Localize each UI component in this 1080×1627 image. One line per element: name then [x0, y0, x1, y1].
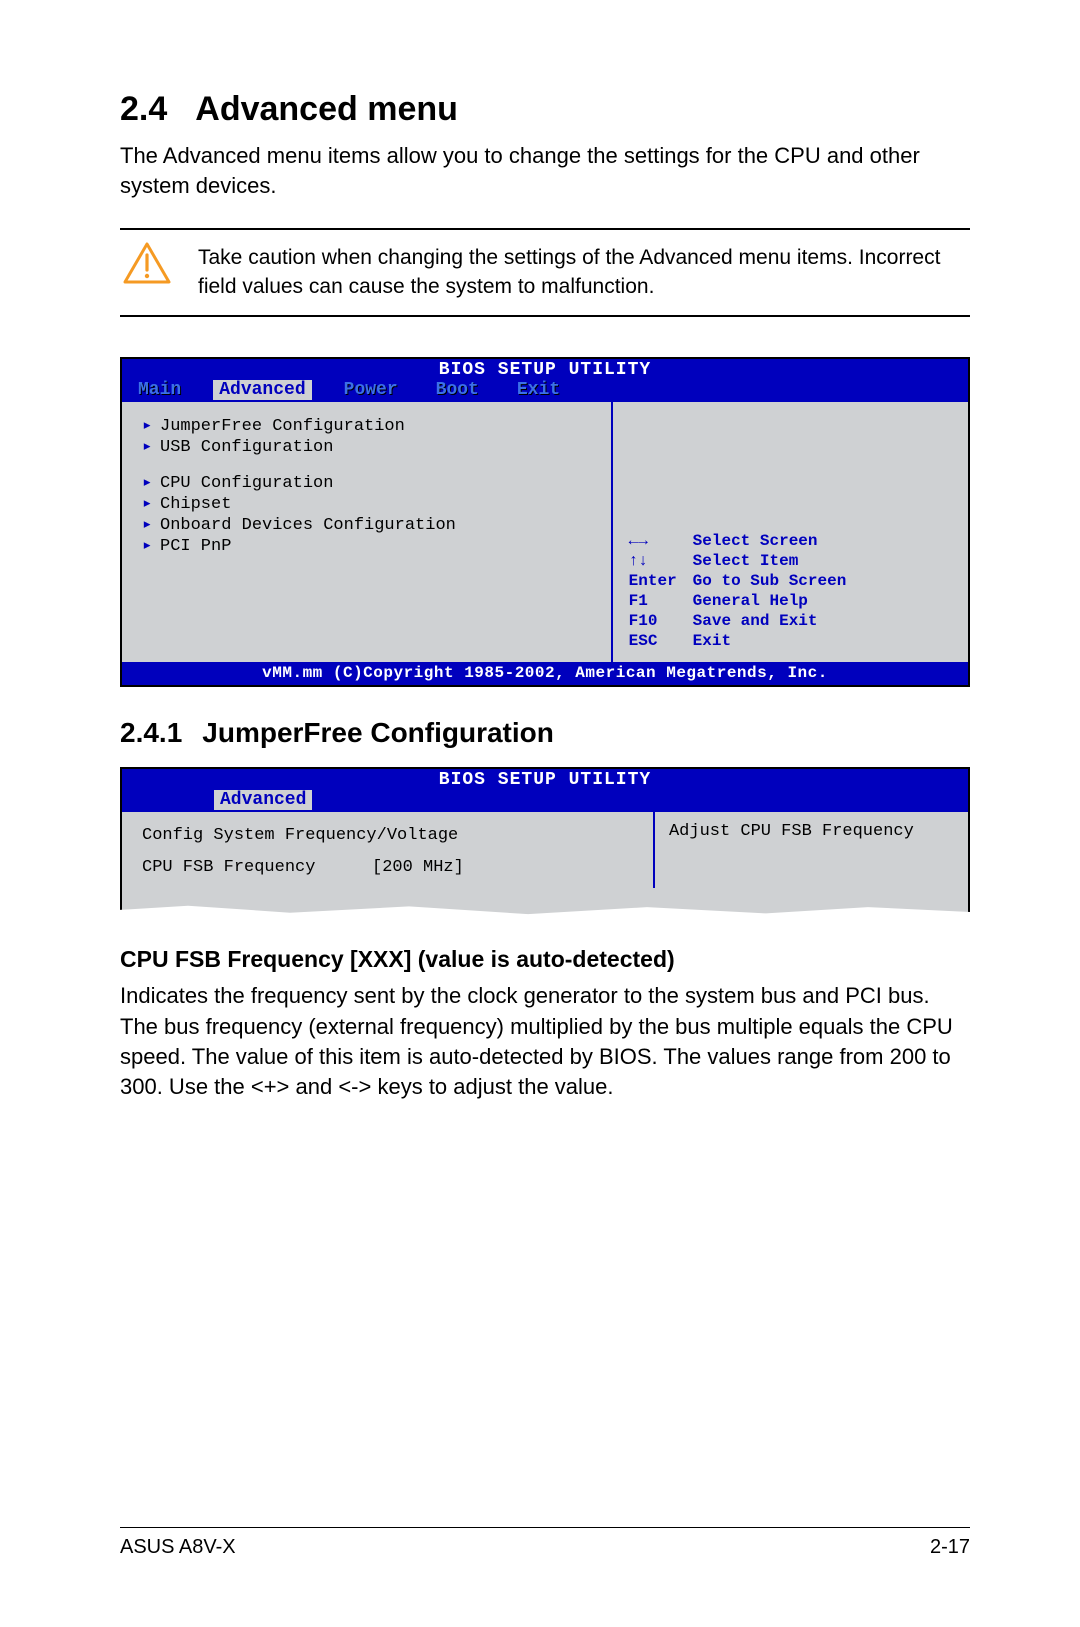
bios-menu-panel: ▸JumperFree Configuration ▸USB Configura…: [122, 402, 613, 662]
menu-label: PCI PnP: [160, 536, 231, 557]
help-label: Select Screen: [693, 532, 952, 550]
bios-tab-exit[interactable]: Exit: [511, 380, 566, 400]
bios-tab-bar: Advanced: [122, 790, 968, 812]
menu-item-jumperfree[interactable]: ▸JumperFree Configuration: [142, 416, 599, 437]
bios-copyright: vMM.mm (C)Copyright 1985-2002, American …: [122, 662, 968, 685]
footer-page-number: 2-17: [930, 1536, 970, 1559]
menu-item-chipset[interactable]: ▸Chipset: [142, 494, 599, 515]
help-label: General Help: [693, 592, 952, 610]
bios-utility-title: BIOS SETUP UTILITY: [122, 769, 968, 790]
bios-help-panel: ←→Select Screen ↑↓Select Item EnterGo to…: [613, 402, 968, 662]
help-label: Go to Sub Screen: [693, 572, 952, 590]
bios-menu-panel: Config System Frequency/Voltage CPU FSB …: [122, 812, 655, 888]
menu-item-cpu[interactable]: ▸CPU Configuration: [142, 473, 599, 494]
config-heading: Config System Frequency/Voltage: [142, 826, 641, 845]
submenu-arrow-icon: ▸: [142, 536, 160, 557]
menu-item-usb[interactable]: ▸USB Configuration: [142, 437, 599, 458]
menu-label: JumperFree Configuration: [160, 416, 405, 437]
menu-item-pcipnp[interactable]: ▸PCI PnP: [142, 536, 599, 557]
help-key: ESC: [629, 632, 691, 650]
help-key: ←→: [629, 532, 691, 550]
option-description: Indicates the frequency sent by the cloc…: [120, 981, 970, 1102]
help-key: F1: [629, 592, 691, 610]
page-footer: ASUS A8V-X 2-17: [120, 1527, 970, 1559]
help-key: F10: [629, 612, 691, 630]
help-label: Select Item: [693, 552, 952, 570]
help-row: F10Save and Exit: [629, 612, 952, 630]
submenu-arrow-icon: ▸: [142, 473, 160, 494]
menu-label: Onboard Devices Configuration: [160, 515, 456, 536]
option-heading: CPU FSB Frequency [XXX] (value is auto-d…: [120, 946, 970, 973]
help-row: ↑↓Select Item: [629, 552, 952, 570]
submenu-arrow-icon: ▸: [142, 437, 160, 458]
help-key: ↑↓: [629, 552, 691, 570]
setting-label: CPU FSB Frequency: [142, 857, 372, 878]
help-label: Exit: [693, 632, 952, 650]
bios-tab-bar: Main Advanced Power Boot Exit: [122, 380, 968, 402]
submenu-arrow-icon: ▸: [142, 494, 160, 515]
subsection-heading: 2.4.1 JumperFree Configuration: [120, 717, 970, 749]
submenu-arrow-icon: ▸: [142, 515, 160, 536]
menu-label: Chipset: [160, 494, 231, 515]
help-row: ESCExit: [629, 632, 952, 650]
help-key: Enter: [629, 572, 691, 590]
bios-help-panel: Adjust CPU FSB Frequency: [655, 812, 968, 888]
menu-label: USB Configuration: [160, 437, 333, 458]
help-row: ←→Select Screen: [629, 532, 952, 550]
intro-paragraph: The Advanced menu items allow you to cha…: [120, 141, 970, 200]
bios-tab-boot[interactable]: Boot: [430, 380, 485, 400]
section-number: 2.4: [120, 90, 167, 128]
bios-screen-jumperfree: BIOS SETUP UTILITY Advanced Config Syste…: [120, 767, 970, 916]
section-heading: 2.4 Advanced menu: [120, 90, 970, 129]
caution-text: Take caution when changing the settings …: [198, 242, 970, 301]
bios-tab-advanced[interactable]: Advanced: [214, 790, 312, 810]
help-row: F1General Help: [629, 592, 952, 610]
menu-item-onboard[interactable]: ▸Onboard Devices Configuration: [142, 515, 599, 536]
menu-label: CPU Configuration: [160, 473, 333, 494]
help-text: Adjust CPU FSB Frequency: [669, 822, 954, 841]
submenu-arrow-icon: ▸: [142, 416, 160, 437]
footer-product: ASUS A8V-X: [120, 1536, 236, 1559]
subsection-title: JumperFree Configuration: [202, 717, 554, 748]
bios-screen-advanced: BIOS SETUP UTILITY Main Advanced Power B…: [120, 357, 970, 687]
bios-utility-title: BIOS SETUP UTILITY: [122, 359, 968, 380]
help-row: EnterGo to Sub Screen: [629, 572, 952, 590]
setting-cpu-fsb-frequency[interactable]: CPU FSB Frequency [200 MHz]: [142, 857, 641, 878]
caution-icon: [120, 242, 174, 286]
setting-value: [200 MHz]: [372, 857, 464, 878]
help-label: Save and Exit: [693, 612, 952, 630]
section-title: Advanced menu: [195, 90, 458, 128]
subsection-number: 2.4.1: [120, 717, 182, 748]
bios-tab-advanced[interactable]: Advanced: [213, 380, 311, 400]
bios-tab-power[interactable]: Power: [338, 380, 404, 400]
bios-tab-main[interactable]: Main: [132, 380, 187, 400]
caution-block: Take caution when changing the settings …: [120, 228, 970, 317]
